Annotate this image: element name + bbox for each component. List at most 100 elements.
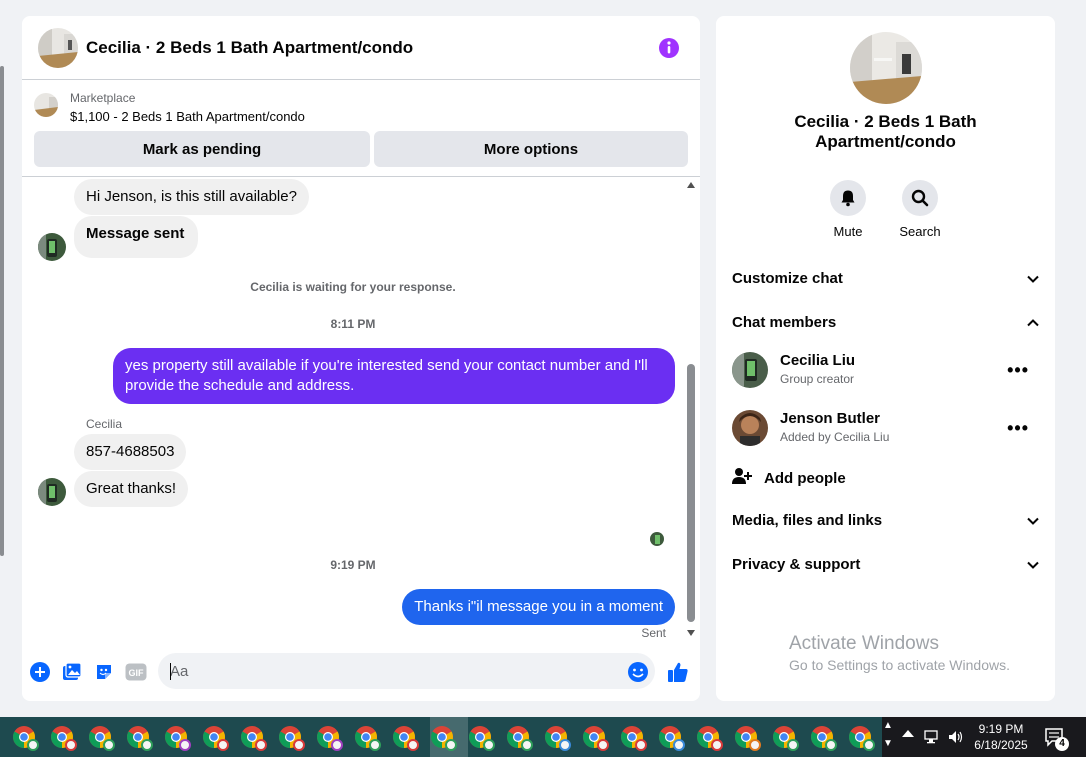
chrome-app-icon[interactable] (354, 725, 381, 751)
member-name: Cecilia Liu (780, 352, 856, 369)
scroll-up-icon[interactable]: ▲ (880, 717, 896, 735)
conversation-info-panel: Cecilia · 2 Beds 1 Bath Apartment/condo … (716, 16, 1055, 701)
message-bubble-outgoing[interactable]: yes property still available if you're i… (113, 348, 675, 404)
message-input[interactable] (158, 653, 655, 689)
message-bubble-outgoing[interactable]: Thanks i"il message you in a moment (402, 589, 675, 625)
chrome-app-icon[interactable] (696, 725, 723, 751)
profile-badge-icon (255, 739, 267, 751)
scroll-down-icon[interactable]: ▼ (880, 735, 896, 753)
chat-title[interactable]: Cecilia · 2 Beds 1 Bath Apartment/condo (86, 38, 413, 58)
media-files-links-section[interactable]: Media, files and links (732, 502, 1039, 538)
chrome-app-icon[interactable] (506, 725, 533, 751)
chevron-down-icon (1027, 556, 1039, 573)
volume-icon[interactable] (948, 729, 964, 745)
chrome-app-icon[interactable] (88, 725, 115, 751)
more-options-icon[interactable]: ••• (1007, 360, 1029, 381)
chrome-app-icon[interactable] (12, 725, 39, 751)
thumbs-up-icon[interactable] (666, 660, 690, 684)
listing-price-title[interactable]: $1,100 - 2 Beds 1 Bath Apartment/condo (70, 109, 305, 124)
message-bubble-incoming[interactable]: Great thanks! (74, 471, 189, 507)
system-clock[interactable]: 9:19 PM 6/18/2025 (970, 721, 1032, 753)
chrome-app-icon[interactable] (126, 725, 153, 751)
chrome-app-icon[interactable] (468, 725, 495, 751)
mark-as-pending-button[interactable]: Mark as pending (34, 131, 370, 167)
info-icon[interactable] (658, 37, 680, 59)
scroll-down-arrow-icon[interactable] (687, 630, 695, 636)
bell-icon[interactable] (830, 180, 866, 216)
profile-badge-icon (483, 739, 495, 751)
chrome-app-icon[interactable] (50, 725, 77, 751)
chrome-app-icon[interactable] (544, 725, 571, 751)
search-button[interactable]: Search (890, 180, 950, 239)
member-row[interactable]: Jenson Butler Added by Cecilia Liu ••• (732, 406, 1039, 450)
chrome-app-icon[interactable] (658, 725, 685, 751)
profile-badge-icon (407, 739, 419, 751)
chrome-app-icon[interactable] (772, 725, 799, 751)
chrome-app-icon[interactable] (848, 725, 875, 751)
member-avatar[interactable] (732, 352, 768, 388)
add-person-icon (732, 467, 752, 489)
sticker-icon[interactable] (92, 660, 116, 684)
member-row[interactable]: Cecilia Liu Group creator ••• (732, 348, 1039, 392)
profile-badge-icon (825, 739, 837, 751)
profile-badge-icon (179, 739, 191, 751)
chrome-app-icon[interactable] (810, 725, 837, 751)
clock-date: 6/18/2025 (974, 738, 1028, 752)
chat-panel: Cecilia · 2 Beds 1 Bath Apartment/condo … (22, 16, 700, 701)
emoji-icon[interactable] (626, 660, 650, 684)
search-icon[interactable] (902, 180, 938, 216)
listing-avatar[interactable] (38, 27, 78, 68)
chrome-app-icon[interactable] (202, 725, 229, 751)
profile-badge-icon (597, 739, 609, 751)
message-bubble-incoming[interactable]: Hi Jenson, is this still available? (74, 179, 309, 215)
more-options-icon[interactable]: ••• (1007, 418, 1029, 439)
message-bubble-incoming[interactable]: Message sent (74, 216, 199, 258)
taskbar-apps (0, 717, 882, 757)
sender-avatar[interactable] (38, 233, 66, 261)
chrome-app-icon[interactable] (620, 725, 647, 751)
plus-icon[interactable] (28, 660, 52, 684)
privacy-support-section[interactable]: Privacy & support (732, 546, 1039, 582)
system-tray: 9:19 PM 6/18/2025 4 (898, 717, 1086, 757)
mute-button[interactable]: Mute (818, 180, 878, 239)
search-label: Search (899, 224, 941, 239)
member-role: Group creator (780, 372, 855, 386)
profile-badge-icon (331, 739, 343, 751)
chevron-up-icon (1027, 314, 1039, 331)
member-role: Added by Cecilia Liu (780, 430, 890, 444)
message-scrollbar[interactable] (684, 178, 698, 640)
member-avatar[interactable] (732, 410, 768, 446)
chrome-app-icon[interactable] (278, 725, 305, 751)
taskbar-scroll[interactable]: ▲ ▼ (880, 717, 896, 757)
chrome-app-icon[interactable] (392, 725, 419, 751)
chat-members-section[interactable]: Chat members (732, 304, 1039, 340)
profile-badge-icon (559, 739, 571, 751)
conversation-avatar[interactable] (850, 32, 922, 104)
profile-badge-icon (635, 739, 647, 751)
more-options-button[interactable]: More options (374, 131, 688, 167)
left-scroll-edge (0, 66, 4, 556)
network-icon[interactable] (924, 729, 940, 745)
chrome-app-icon[interactable] (164, 725, 191, 751)
scroll-up-arrow-icon[interactable] (687, 182, 695, 188)
customize-chat-section[interactable]: Customize chat (732, 260, 1039, 296)
add-people-button[interactable]: Add people (732, 460, 846, 496)
chrome-app-icon[interactable] (734, 725, 761, 751)
chrome-app-icon[interactable] (316, 725, 343, 751)
sender-avatar[interactable] (38, 478, 66, 506)
photo-icon[interactable] (60, 660, 84, 684)
section-label: Media, files and links (732, 511, 883, 529)
chrome-app-icon[interactable] (582, 725, 609, 751)
message-composer: GIF (22, 650, 700, 694)
timestamp: 9:19 PM (330, 558, 376, 572)
chrome-app-icon[interactable] (240, 725, 267, 751)
show-hidden-icons-icon[interactable] (902, 730, 914, 737)
gif-icon[interactable]: GIF (124, 660, 148, 684)
chrome-app-icon[interactable] (430, 725, 457, 751)
member-name: Jenson Butler (780, 410, 881, 427)
profile-badge-icon (673, 739, 685, 751)
chevron-down-icon (1027, 270, 1039, 287)
scrollbar-thumb[interactable] (687, 364, 695, 622)
listing-thumbnail[interactable] (34, 93, 58, 117)
message-bubble-incoming[interactable]: 857-4688503 (74, 434, 187, 470)
